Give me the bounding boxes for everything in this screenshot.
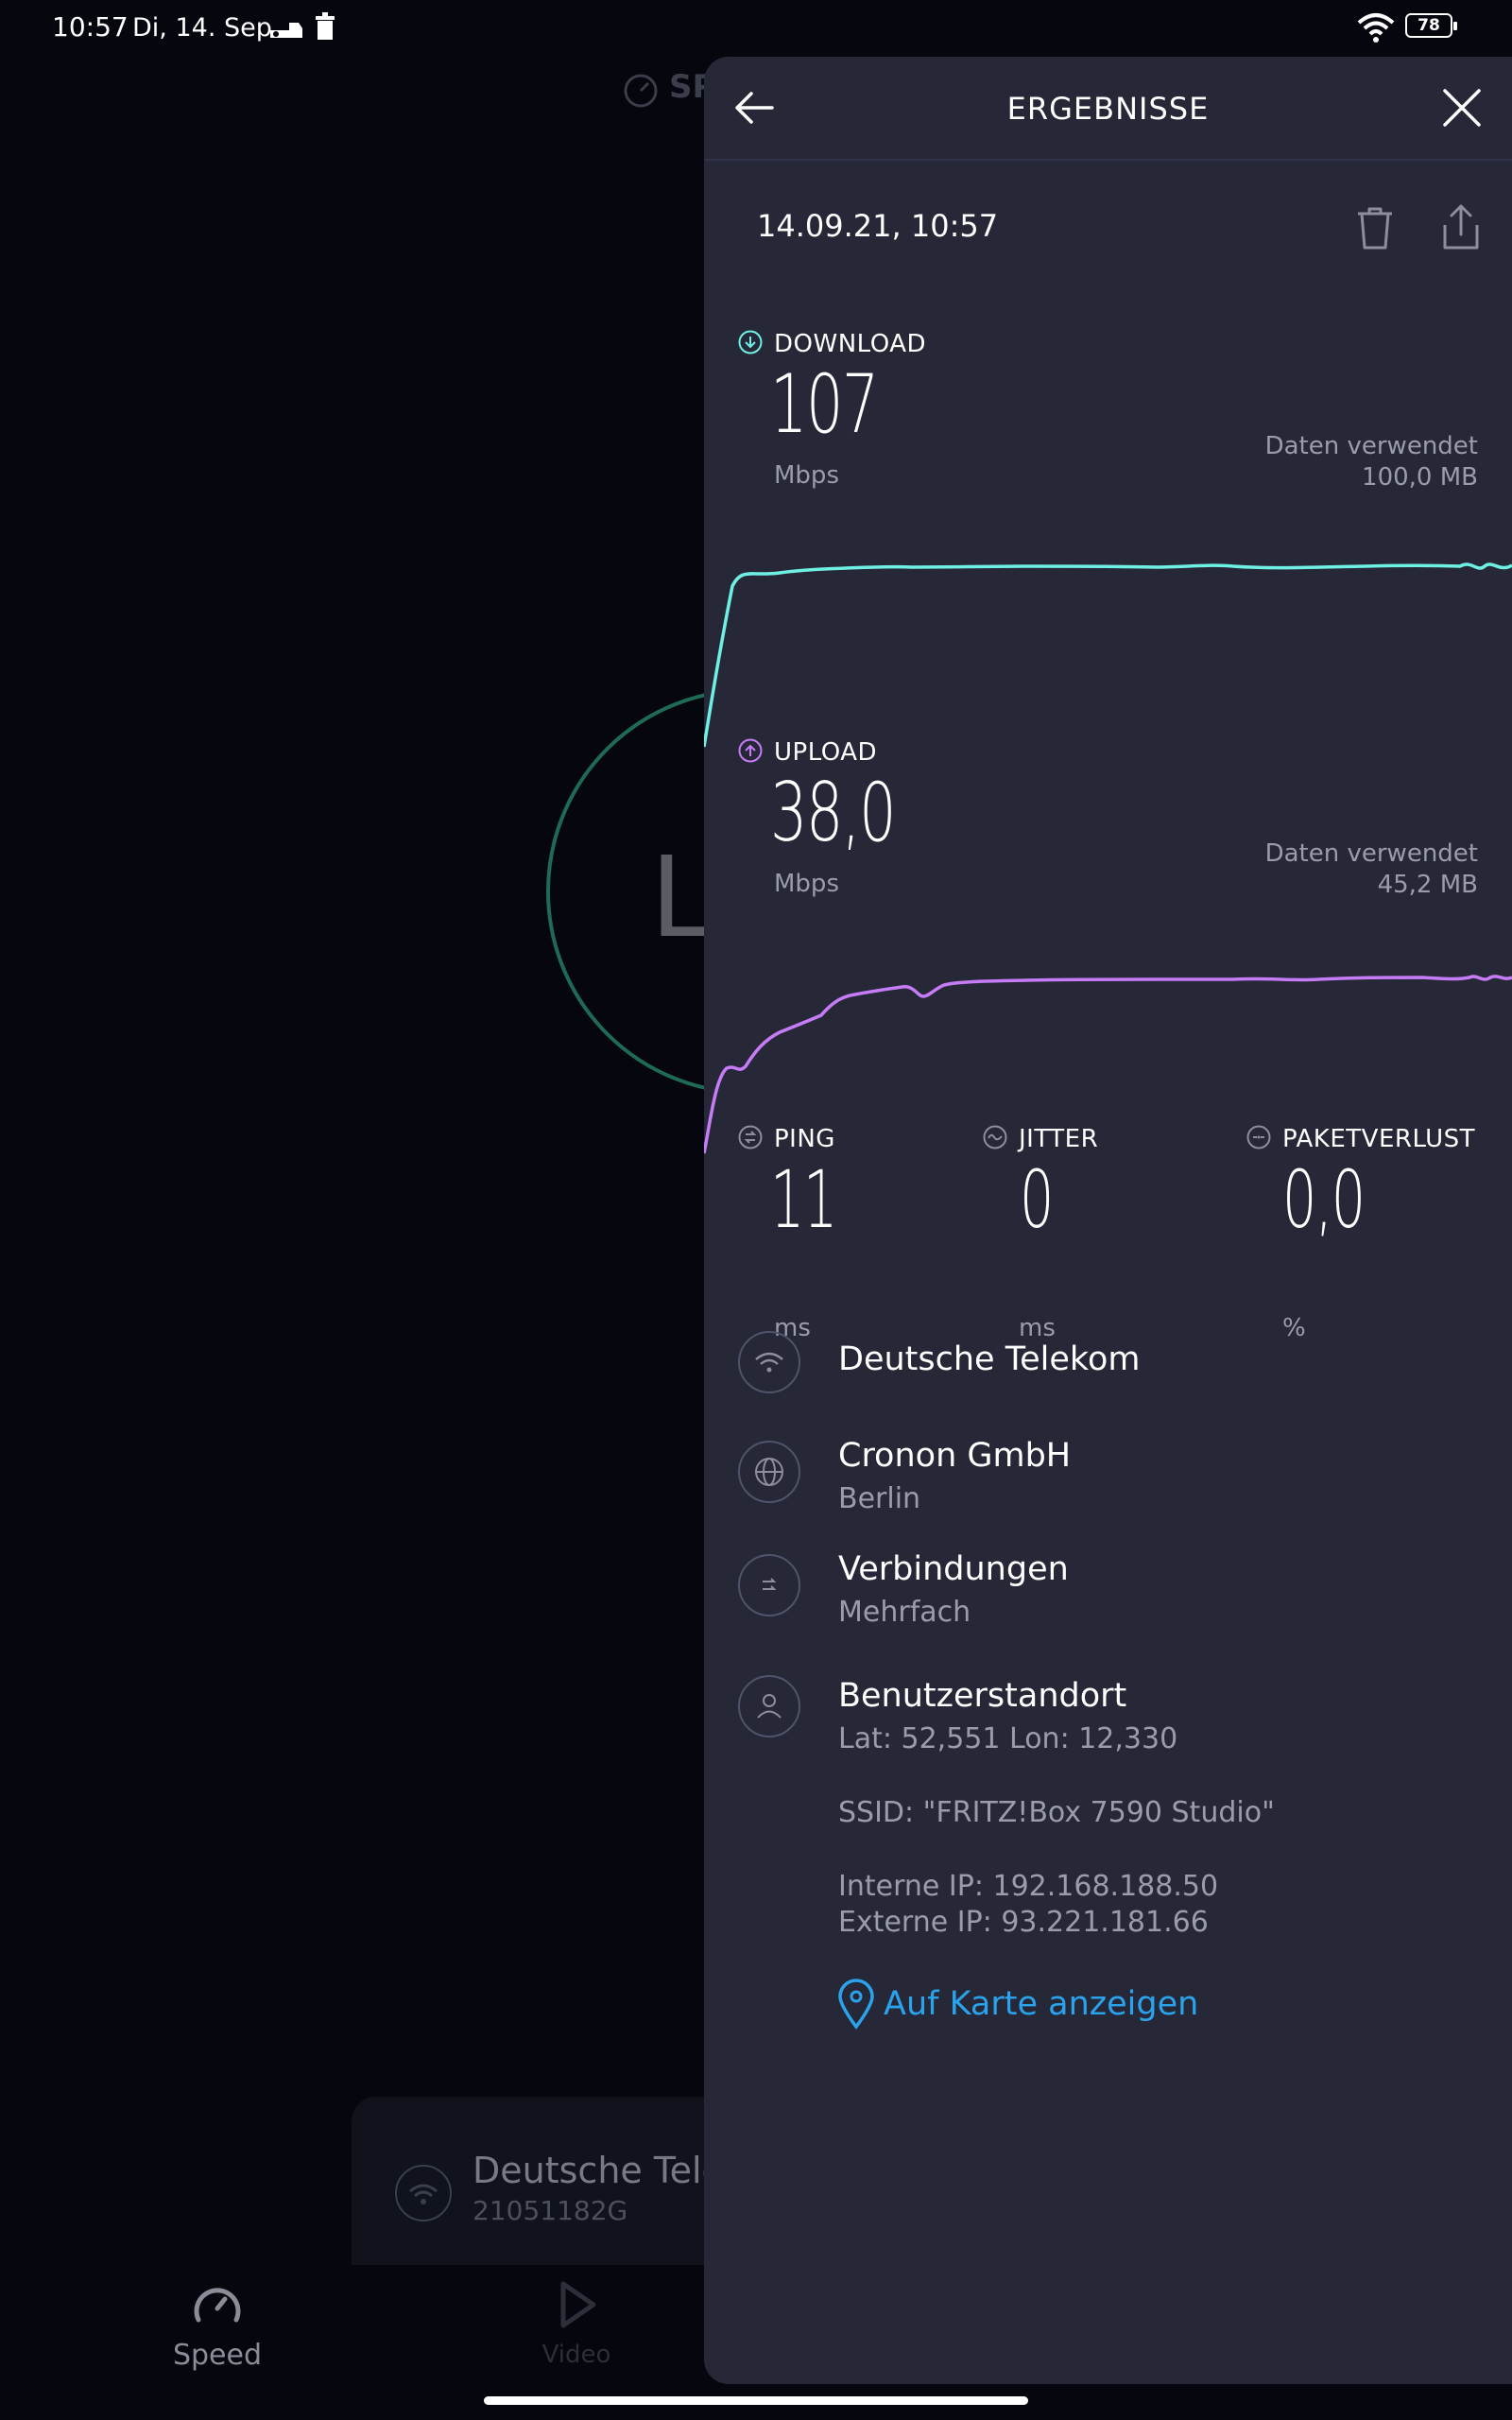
upload-label: UPLOAD [774,738,878,767]
game-controller-icon [270,23,302,38]
location-label: Benutzerstandort [838,1677,1127,1715]
download-arrow-icon [738,330,763,354]
status-time: 10:57 [52,11,129,43]
share-icon[interactable] [1439,202,1483,251]
wifi-icon [395,2165,452,2221]
ping-label: PING [774,1125,835,1153]
background-speedtest-app: SP [0,59,715,2394]
internal-ip: Interne IP: 192.168.188.50 [838,1870,1219,1903]
connections-value: Mehrfach [838,1596,971,1629]
jitter-icon [983,1125,1007,1150]
panel-title: ERGEBNISSE [1006,91,1210,127]
server-name: Cronon GmbH [838,1437,1072,1475]
wifi-icon [1357,13,1395,43]
speedometer-icon [624,74,658,108]
download-value: 107 [770,357,879,452]
speedometer-icon [194,2288,241,2323]
server-city: Berlin [838,1482,921,1515]
provider-name: Deutsche Telekom [838,1340,1141,1378]
battery-indicator: 78 [1405,13,1457,38]
map-pin-icon [838,1979,874,2030]
download-graph [704,562,1512,748]
upload-data-used-label: Daten verwendet [1264,839,1478,868]
show-on-map-label: Auf Karte anzeigen [884,1985,1199,2023]
background-network-id: 21051182G [472,2195,628,2226]
background-network-name: Deutsche Tele [472,2150,724,2191]
nav-speed-label: Speed [172,2339,263,2372]
play-icon [560,2281,596,2328]
external-ip: Externe IP: 93.221.181.66 [838,1906,1209,1939]
ping-icon [738,1125,763,1150]
ping-value: 11 [770,1153,837,1246]
upload-value: 38,0 [770,766,897,860]
upload-unit: Mbps [774,870,839,898]
download-label: DOWNLOAD [774,330,927,358]
connections-label: Verbindungen [838,1550,1069,1588]
packet-loss-value: 0,0 [1282,1153,1366,1246]
location-coords: Lat: 52,551 Lon: 12,330 [838,1722,1178,1755]
status-date: Di, 14. Sep [132,13,272,43]
globe-icon [738,1441,800,1503]
packet-loss-icon [1246,1125,1271,1150]
upload-data-used-value: 45,2 MB [1377,871,1478,899]
connections-icon [738,1554,800,1616]
home-indicator[interactable] [484,2396,1028,2405]
status-bar: 10:57 Di, 14. Sep 78 [0,0,1512,59]
download-data-used-label: Daten verwendet [1264,432,1478,460]
nav-video-label: Video [541,2341,611,2369]
trash-notification-icon [316,12,335,40]
gauge-start-letter: L [650,832,713,962]
results-panel: ERGEBNISSE 14.09.21, 10:57 DOWNLOAD 107 … [704,57,1512,2384]
download-data-used-value: 100,0 MB [1362,463,1478,492]
close-icon[interactable] [1439,85,1485,130]
upload-data-used: Daten verwendet 45,2 MB [1265,838,1478,901]
jitter-value: 0 [1020,1153,1054,1246]
result-date: 14.09.21, 10:57 [757,208,999,244]
packet-loss-unit: % [1282,1314,1306,1342]
panel-header: ERGEBNISSE [704,57,1512,161]
download-data-used: Daten verwendet 100,0 MB [1265,431,1478,493]
jitter-unit: ms [1019,1314,1056,1342]
wifi-ssid: SSID: "FRITZ!Box 7590 Studio" [838,1796,1275,1829]
upload-arrow-icon [738,738,763,763]
nav-video-tab[interactable]: Video [529,2278,624,2369]
jitter-label: JITTER [1019,1125,1099,1153]
upload-graph [704,975,1512,1154]
download-unit: Mbps [774,461,839,490]
trash-icon[interactable] [1354,204,1396,251]
nav-speed-tab[interactable]: Speed [170,2278,265,2372]
user-location-icon [738,1675,800,1737]
wifi-icon [738,1331,800,1393]
background-network-card[interactable]: Deutsche Tele 21051182G [352,2097,748,2265]
packet-loss-label: PAKETVERLUST [1282,1125,1476,1153]
